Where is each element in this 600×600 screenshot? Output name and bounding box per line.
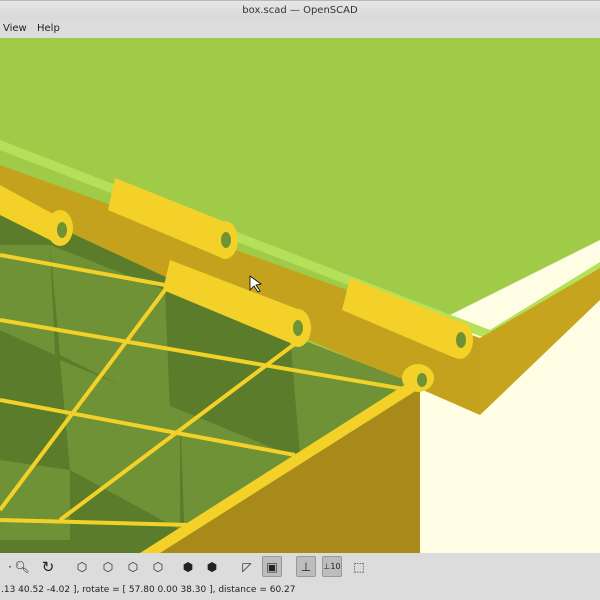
menu-bar: View Help <box>0 19 600 38</box>
edges-icon: ⬚ <box>353 559 365 574</box>
cube-top-icon: ⬡ <box>102 559 114 574</box>
show-scale-markers-button[interactable]: ⊥10 <box>322 556 342 577</box>
cube-back-icon: ⬢ <box>206 559 218 574</box>
cube-front-icon: ⬢ <box>182 559 194 574</box>
axes-icon: ⊥ <box>300 559 312 574</box>
perspective-icon: ◸ <box>242 559 252 574</box>
perspective-button[interactable]: ◸ <box>237 556 257 577</box>
window-title: box.scad — OpenSCAD <box>242 5 358 16</box>
view-front-button[interactable]: ⬢ <box>178 556 198 577</box>
menu-view[interactable]: View <box>3 19 27 38</box>
zoom-out-button[interactable]: 🔍︎ <box>12 556 32 577</box>
show-axes-button[interactable]: ⊥ <box>296 556 316 577</box>
reset-icon: ↻ <box>41 557 55 576</box>
reset-view-button[interactable]: ↻ <box>38 556 58 577</box>
view-left-button[interactable]: ⬡ <box>148 556 168 577</box>
view-right-button[interactable]: ⬡ <box>72 556 92 577</box>
view-bottom-button[interactable]: ⬡ <box>123 556 143 577</box>
scale-markers-icon: ⊥10 <box>323 562 341 571</box>
orthogonal-button[interactable]: ▣ <box>262 556 282 577</box>
view-top-button[interactable]: ⬡ <box>98 556 118 577</box>
menu-help[interactable]: Help <box>37 19 60 38</box>
title-bar: box.scad — OpenSCAD <box>0 0 600 19</box>
status-bar: .13 40.52 -4.02 ], rotate = [ 57.80 0.00… <box>0 580 600 600</box>
show-edges-button[interactable]: ⬚ <box>349 556 369 577</box>
rendered-model <box>0 38 600 553</box>
view-back-button[interactable]: ⬢ <box>202 556 222 577</box>
cube-bottom-icon: ⬡ <box>127 559 139 574</box>
3d-viewport[interactable] <box>0 38 600 553</box>
orthogonal-icon: ▣ <box>266 559 278 574</box>
view-toolbar: · 🔍︎ ↻ ⬡ ⬡ ⬡ ⬡ ⬢ ⬢ ◸ ▣ ⊥ ⊥10 ⬚ <box>0 553 600 580</box>
cube-right-icon: ⬡ <box>76 559 88 574</box>
zoom-out-icon: 🔍︎ <box>14 559 30 574</box>
cube-left-icon: ⬡ <box>152 559 164 574</box>
viewport-status-text: .13 40.52 -4.02 ], rotate = [ 57.80 0.00… <box>1 585 296 595</box>
